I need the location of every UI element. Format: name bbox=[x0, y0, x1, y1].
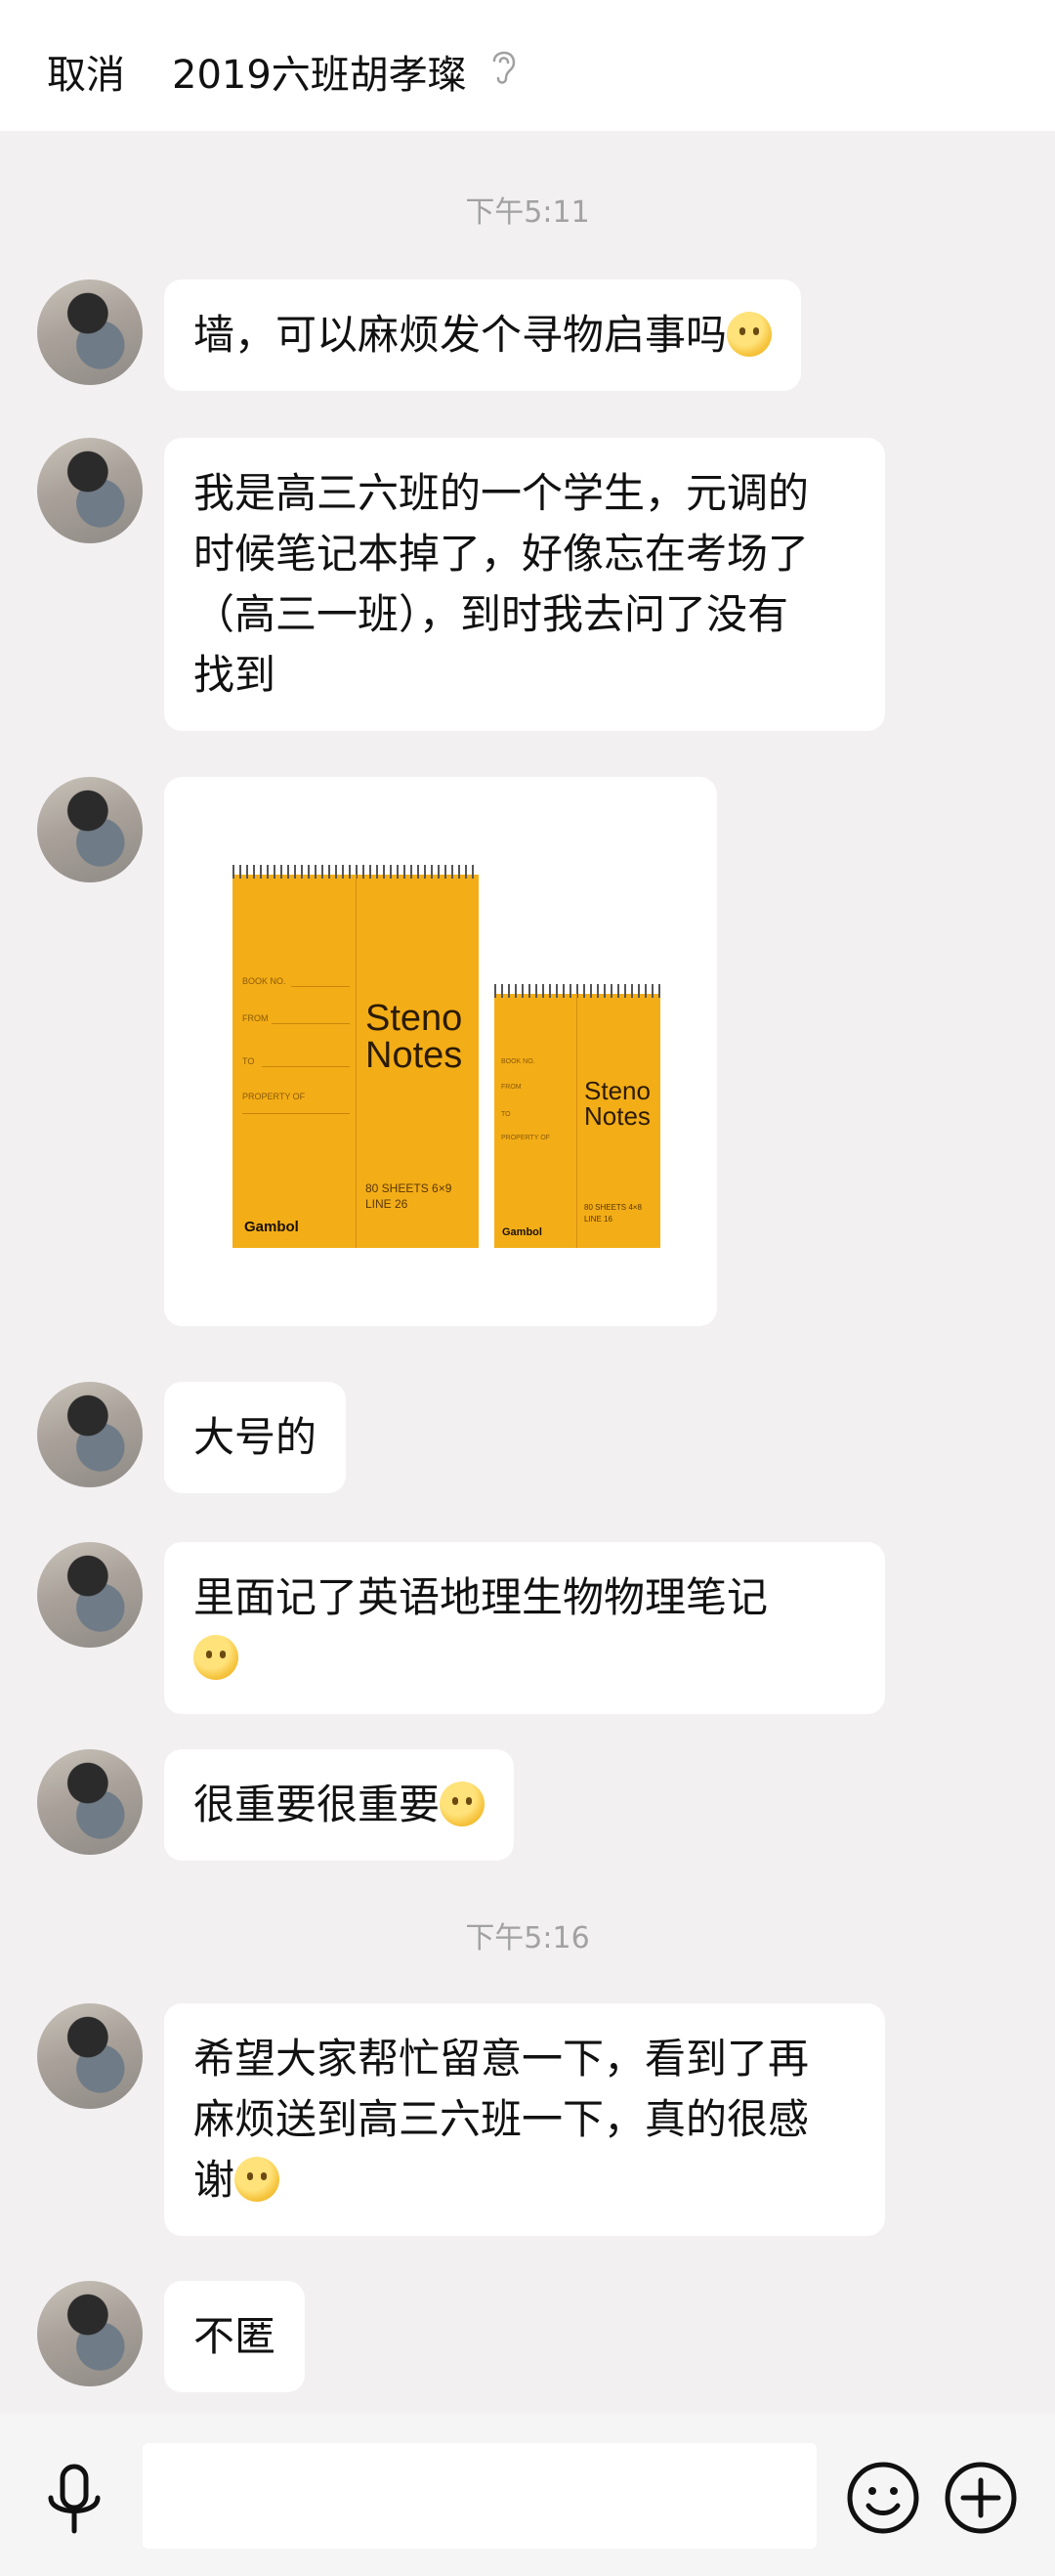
small-notebook-image: BOOK NO. FROM TO PROPERTY OF Steno Notes… bbox=[494, 984, 660, 1248]
notebook-brand: Gambol bbox=[244, 1219, 299, 1235]
plus-icon[interactable] bbox=[944, 2461, 1018, 2535]
notebook-field: PROPERTY OF bbox=[242, 1092, 306, 1101]
notebook-sheets: 80 SHEETS 4×8 bbox=[584, 1203, 642, 1212]
message-bubble[interactable]: 不匿 bbox=[164, 2281, 306, 2392]
message-input[interactable] bbox=[143, 2443, 817, 2549]
message-bubble[interactable]: 墙，可以麻烦发个寻物启事吗 bbox=[164, 279, 802, 391]
large-notebook-image: BOOK NO. FROM TO PROPERTY OF Steno Notes… bbox=[232, 865, 479, 1248]
avatar[interactable] bbox=[37, 279, 143, 385]
message-text: 不匿 bbox=[193, 2312, 276, 2360]
timestamp: 下午5:11 bbox=[465, 195, 590, 230]
notebook-field: PROPERTY OF bbox=[501, 1135, 550, 1141]
notebook-brand: Gambol bbox=[502, 1226, 542, 1238]
message-bubble[interactable]: 希望大家帮忙留意一下，看到了再 麻烦送到高三六班一下，真的很感 谢 bbox=[164, 2003, 885, 2236]
message-text-line: （高三一班），到时我去问了没有 bbox=[193, 590, 789, 638]
ear-icon[interactable] bbox=[486, 45, 522, 88]
avatar[interactable] bbox=[37, 2281, 143, 2386]
notebook-line-count: LINE 16 bbox=[584, 1215, 612, 1224]
message-text-line: 里面记了英语地理生物物理笔记 bbox=[193, 1573, 769, 1621]
notebook-title: Notes bbox=[365, 1035, 463, 1076]
avatar[interactable] bbox=[37, 1542, 143, 1648]
message-text-line: 找到 bbox=[193, 651, 276, 699]
avatar[interactable] bbox=[37, 1382, 143, 1487]
avatar[interactable] bbox=[37, 2003, 143, 2109]
avatar[interactable] bbox=[37, 438, 143, 543]
thinking-emoji-icon bbox=[440, 1782, 485, 1826]
notebook-sheets: 80 SHEETS 6×9 bbox=[365, 1181, 452, 1195]
image-message[interactable]: BOOK NO. FROM TO PROPERTY OF Steno Notes… bbox=[164, 777, 717, 1326]
avatar[interactable] bbox=[37, 777, 143, 882]
notebook-title: Notes bbox=[584, 1101, 651, 1131]
timestamp: 下午5:16 bbox=[465, 1921, 590, 1955]
notebook-field: FROM bbox=[242, 1013, 269, 1023]
message-text: 大号的 bbox=[193, 1413, 317, 1461]
message-text-line: 我是高三六班的一个学生，元调的 bbox=[193, 469, 810, 517]
notebook-title: Steno bbox=[365, 998, 463, 1039]
avatar[interactable] bbox=[37, 1749, 143, 1855]
microphone-icon[interactable] bbox=[43, 2463, 106, 2535]
message-text: 墙，可以麻烦发个寻物启事吗 bbox=[193, 311, 728, 359]
smile-emoji-icon bbox=[727, 312, 773, 357]
message-text-line: 时候笔记本掉了，好像忘在考场了 bbox=[193, 530, 810, 578]
chat-title: 2019六班胡孝璨 bbox=[172, 53, 467, 98]
message-bubble[interactable]: 很重要很重要 bbox=[164, 1749, 515, 1861]
message-text: 很重要很重要 bbox=[193, 1781, 441, 1828]
message-bubble[interactable]: 大号的 bbox=[164, 1382, 347, 1493]
message-bubble[interactable]: 我是高三六班的一个学生，元调的 时候笔记本掉了，好像忘在考场了 （高三一班），到… bbox=[164, 438, 885, 731]
notebook-line-count: LINE 26 bbox=[365, 1197, 408, 1211]
chat-header: 取消 2019六班胡孝璨 bbox=[0, 0, 1055, 131]
notebook-field: TO bbox=[501, 1111, 511, 1118]
message-bubble[interactable]: 里面记了英语地理生物物理笔记 bbox=[164, 1542, 885, 1714]
notebook-title: Steno bbox=[584, 1076, 651, 1105]
notebook-field: TO bbox=[242, 1056, 255, 1066]
shy-emoji-icon bbox=[234, 2157, 280, 2202]
notebook-field: BOOK NO. bbox=[501, 1058, 535, 1065]
thinking-emoji-icon bbox=[193, 1635, 238, 1680]
emoji-icon[interactable] bbox=[846, 2461, 920, 2535]
notebook-field: BOOK NO. bbox=[242, 976, 286, 986]
message-text-line: 麻烦送到高三六班一下，真的很感 bbox=[193, 2095, 810, 2143]
cancel-button[interactable]: 取消 bbox=[47, 43, 125, 100]
message-text-line: 谢 bbox=[193, 2156, 235, 2204]
message-text-line: 希望大家帮忙留意一下，看到了再 bbox=[193, 2035, 810, 2082]
notebook-field: FROM bbox=[501, 1084, 522, 1091]
